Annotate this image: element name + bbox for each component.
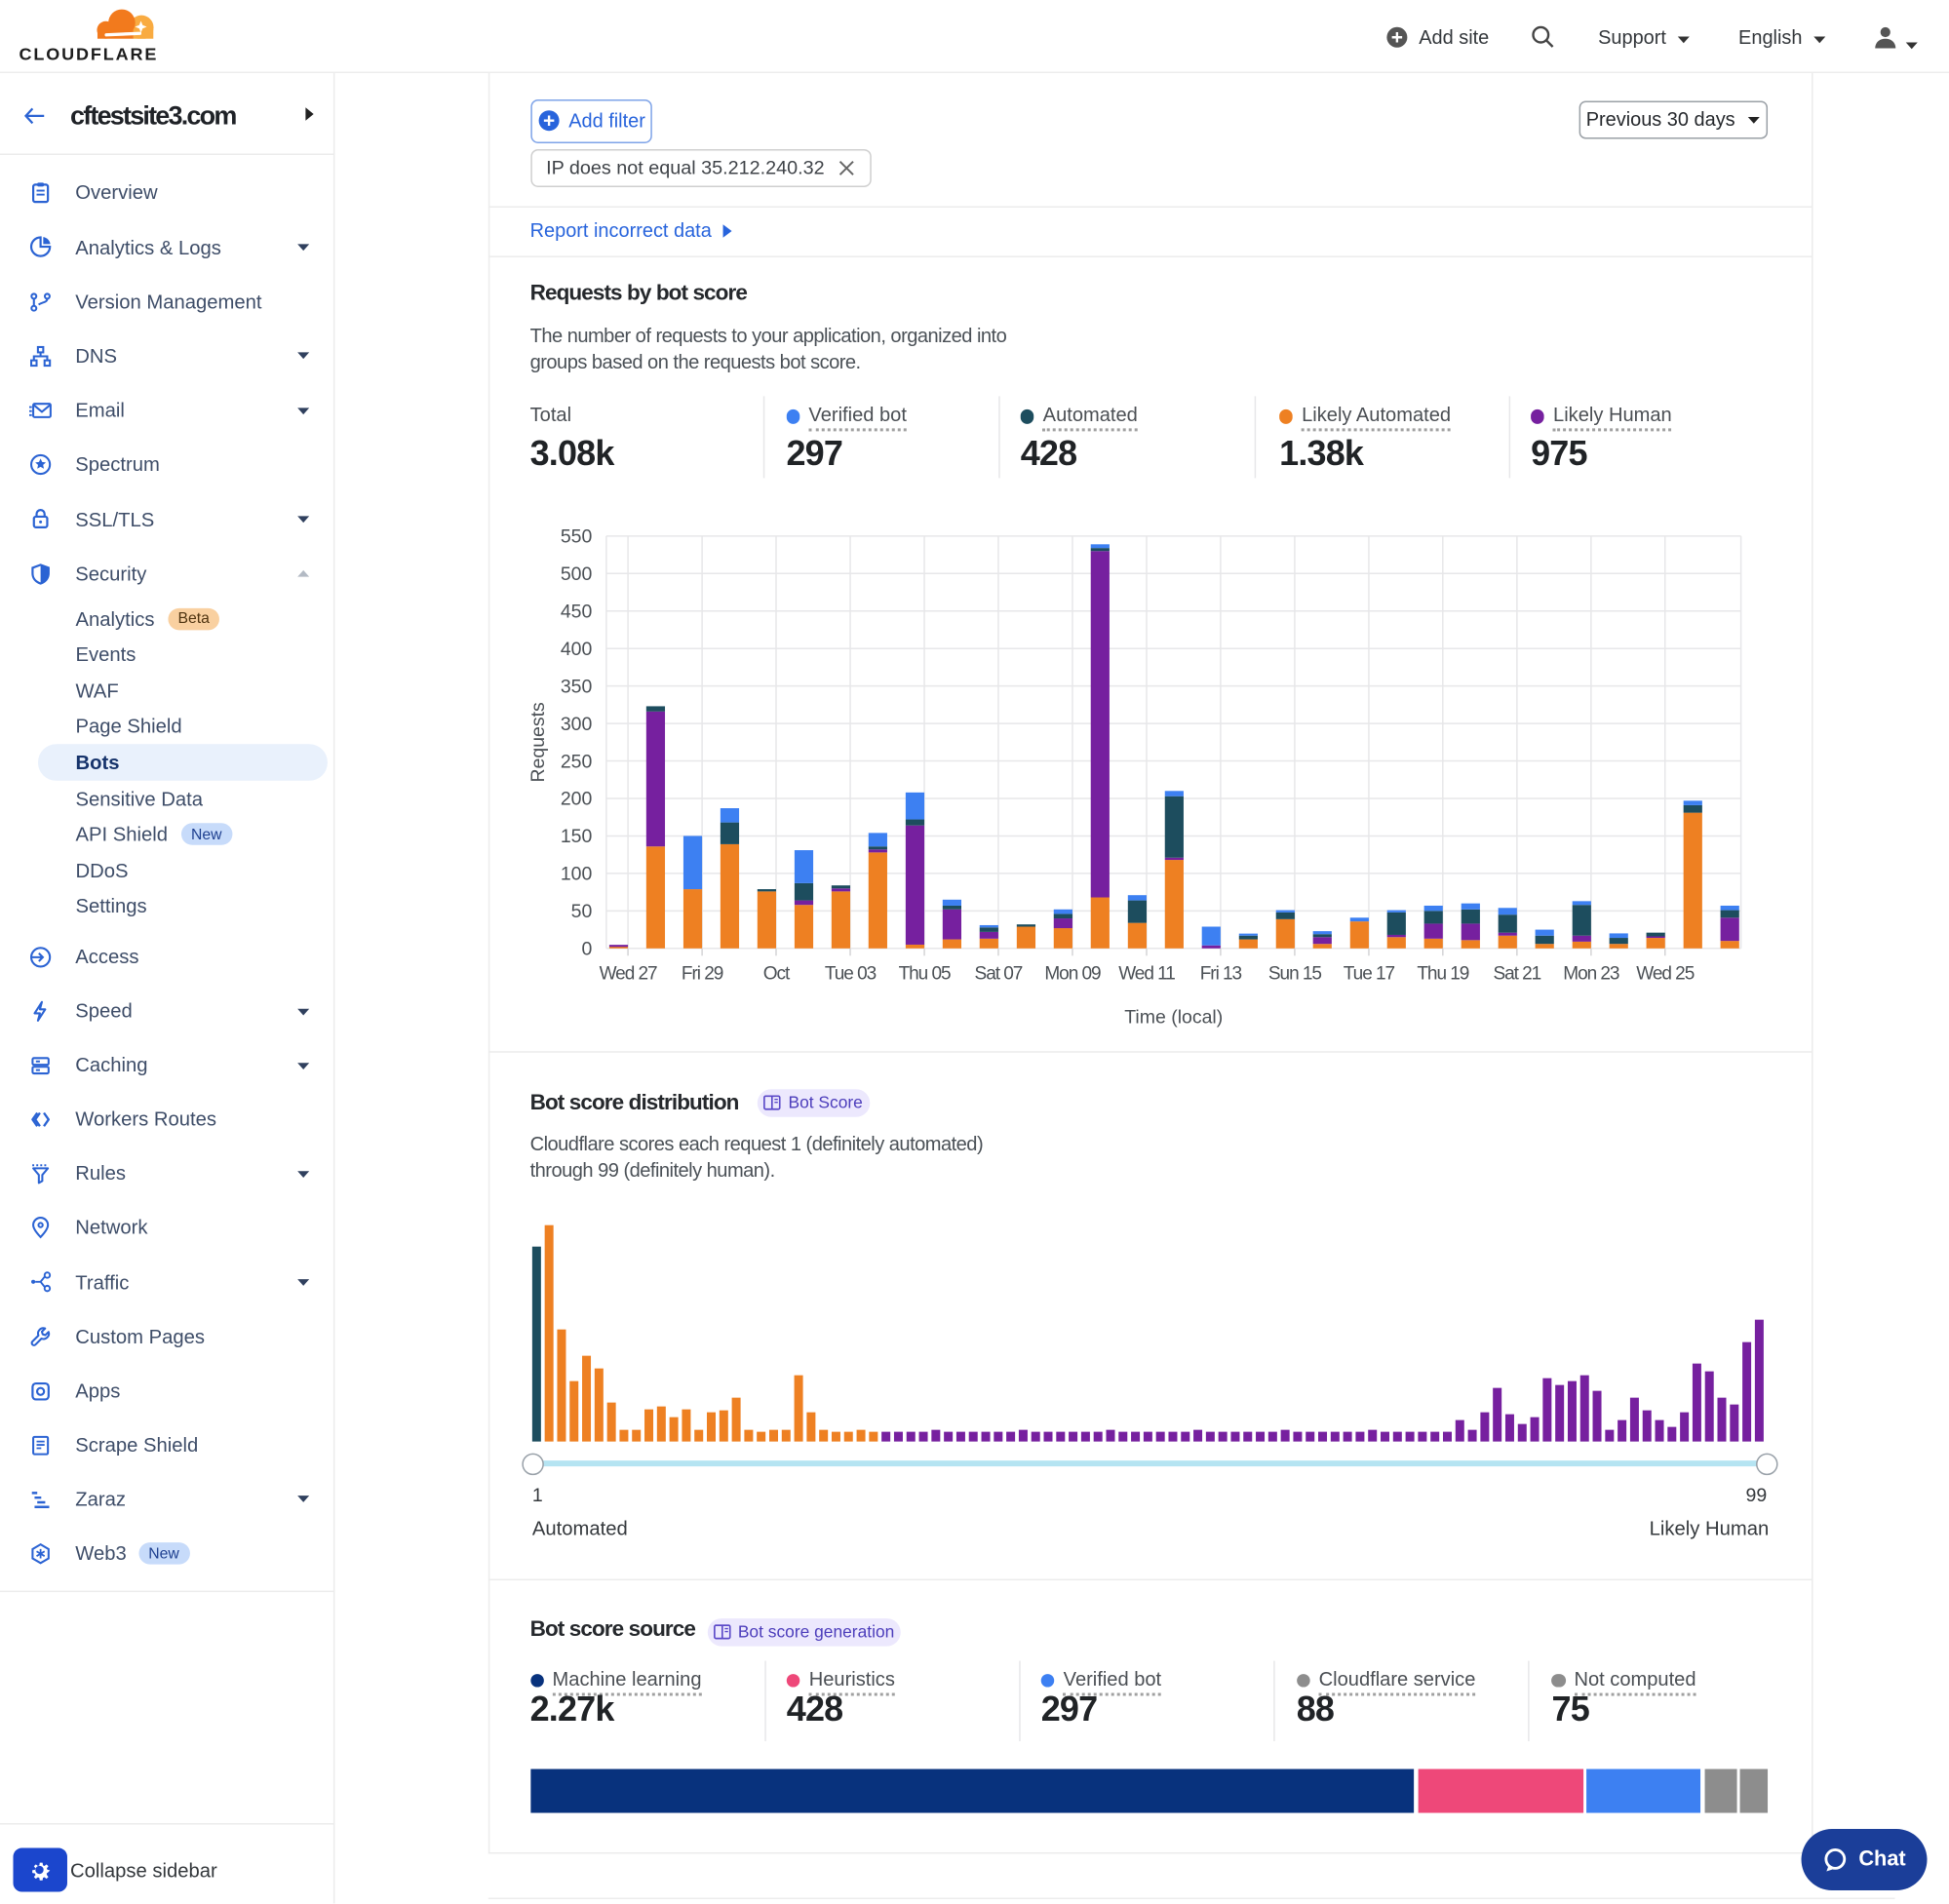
svg-text:550: 550 xyxy=(561,526,593,548)
svg-text:Fri 13: Fri 13 xyxy=(1200,964,1242,985)
svg-text:Sun 15: Sun 15 xyxy=(1268,964,1321,985)
svg-text:500: 500 xyxy=(561,563,593,585)
svg-text:100: 100 xyxy=(561,864,593,885)
svg-text:Wed 27: Wed 27 xyxy=(600,964,657,985)
svg-text:Thu 19: Thu 19 xyxy=(1417,964,1468,985)
svg-text:300: 300 xyxy=(561,714,593,735)
svg-text:Tue 03: Tue 03 xyxy=(825,964,877,985)
svg-text:150: 150 xyxy=(561,826,593,847)
svg-text:400: 400 xyxy=(561,639,593,660)
svg-text:Wed 11: Wed 11 xyxy=(1118,964,1175,985)
svg-text:200: 200 xyxy=(561,789,593,810)
svg-text:Thu 05: Thu 05 xyxy=(899,964,951,985)
svg-text:Mon 09: Mon 09 xyxy=(1044,964,1101,985)
svg-text:Fri 29: Fri 29 xyxy=(682,964,723,985)
svg-text:50: 50 xyxy=(571,901,593,922)
svg-text:450: 450 xyxy=(561,601,593,622)
svg-text:Mon 23: Mon 23 xyxy=(1563,964,1619,985)
svg-text:Time (local): Time (local) xyxy=(1124,1007,1223,1029)
svg-text:Tue 17: Tue 17 xyxy=(1344,964,1395,985)
svg-text:Requests: Requests xyxy=(527,702,549,783)
svg-text:350: 350 xyxy=(561,676,593,697)
svg-text:0: 0 xyxy=(582,939,593,960)
svg-text:Sat 21: Sat 21 xyxy=(1493,964,1540,985)
svg-text:Wed 25: Wed 25 xyxy=(1636,964,1694,985)
svg-text:Sat 07: Sat 07 xyxy=(975,964,1023,985)
svg-text:Oct: Oct xyxy=(763,964,791,985)
svg-text:250: 250 xyxy=(561,751,593,772)
